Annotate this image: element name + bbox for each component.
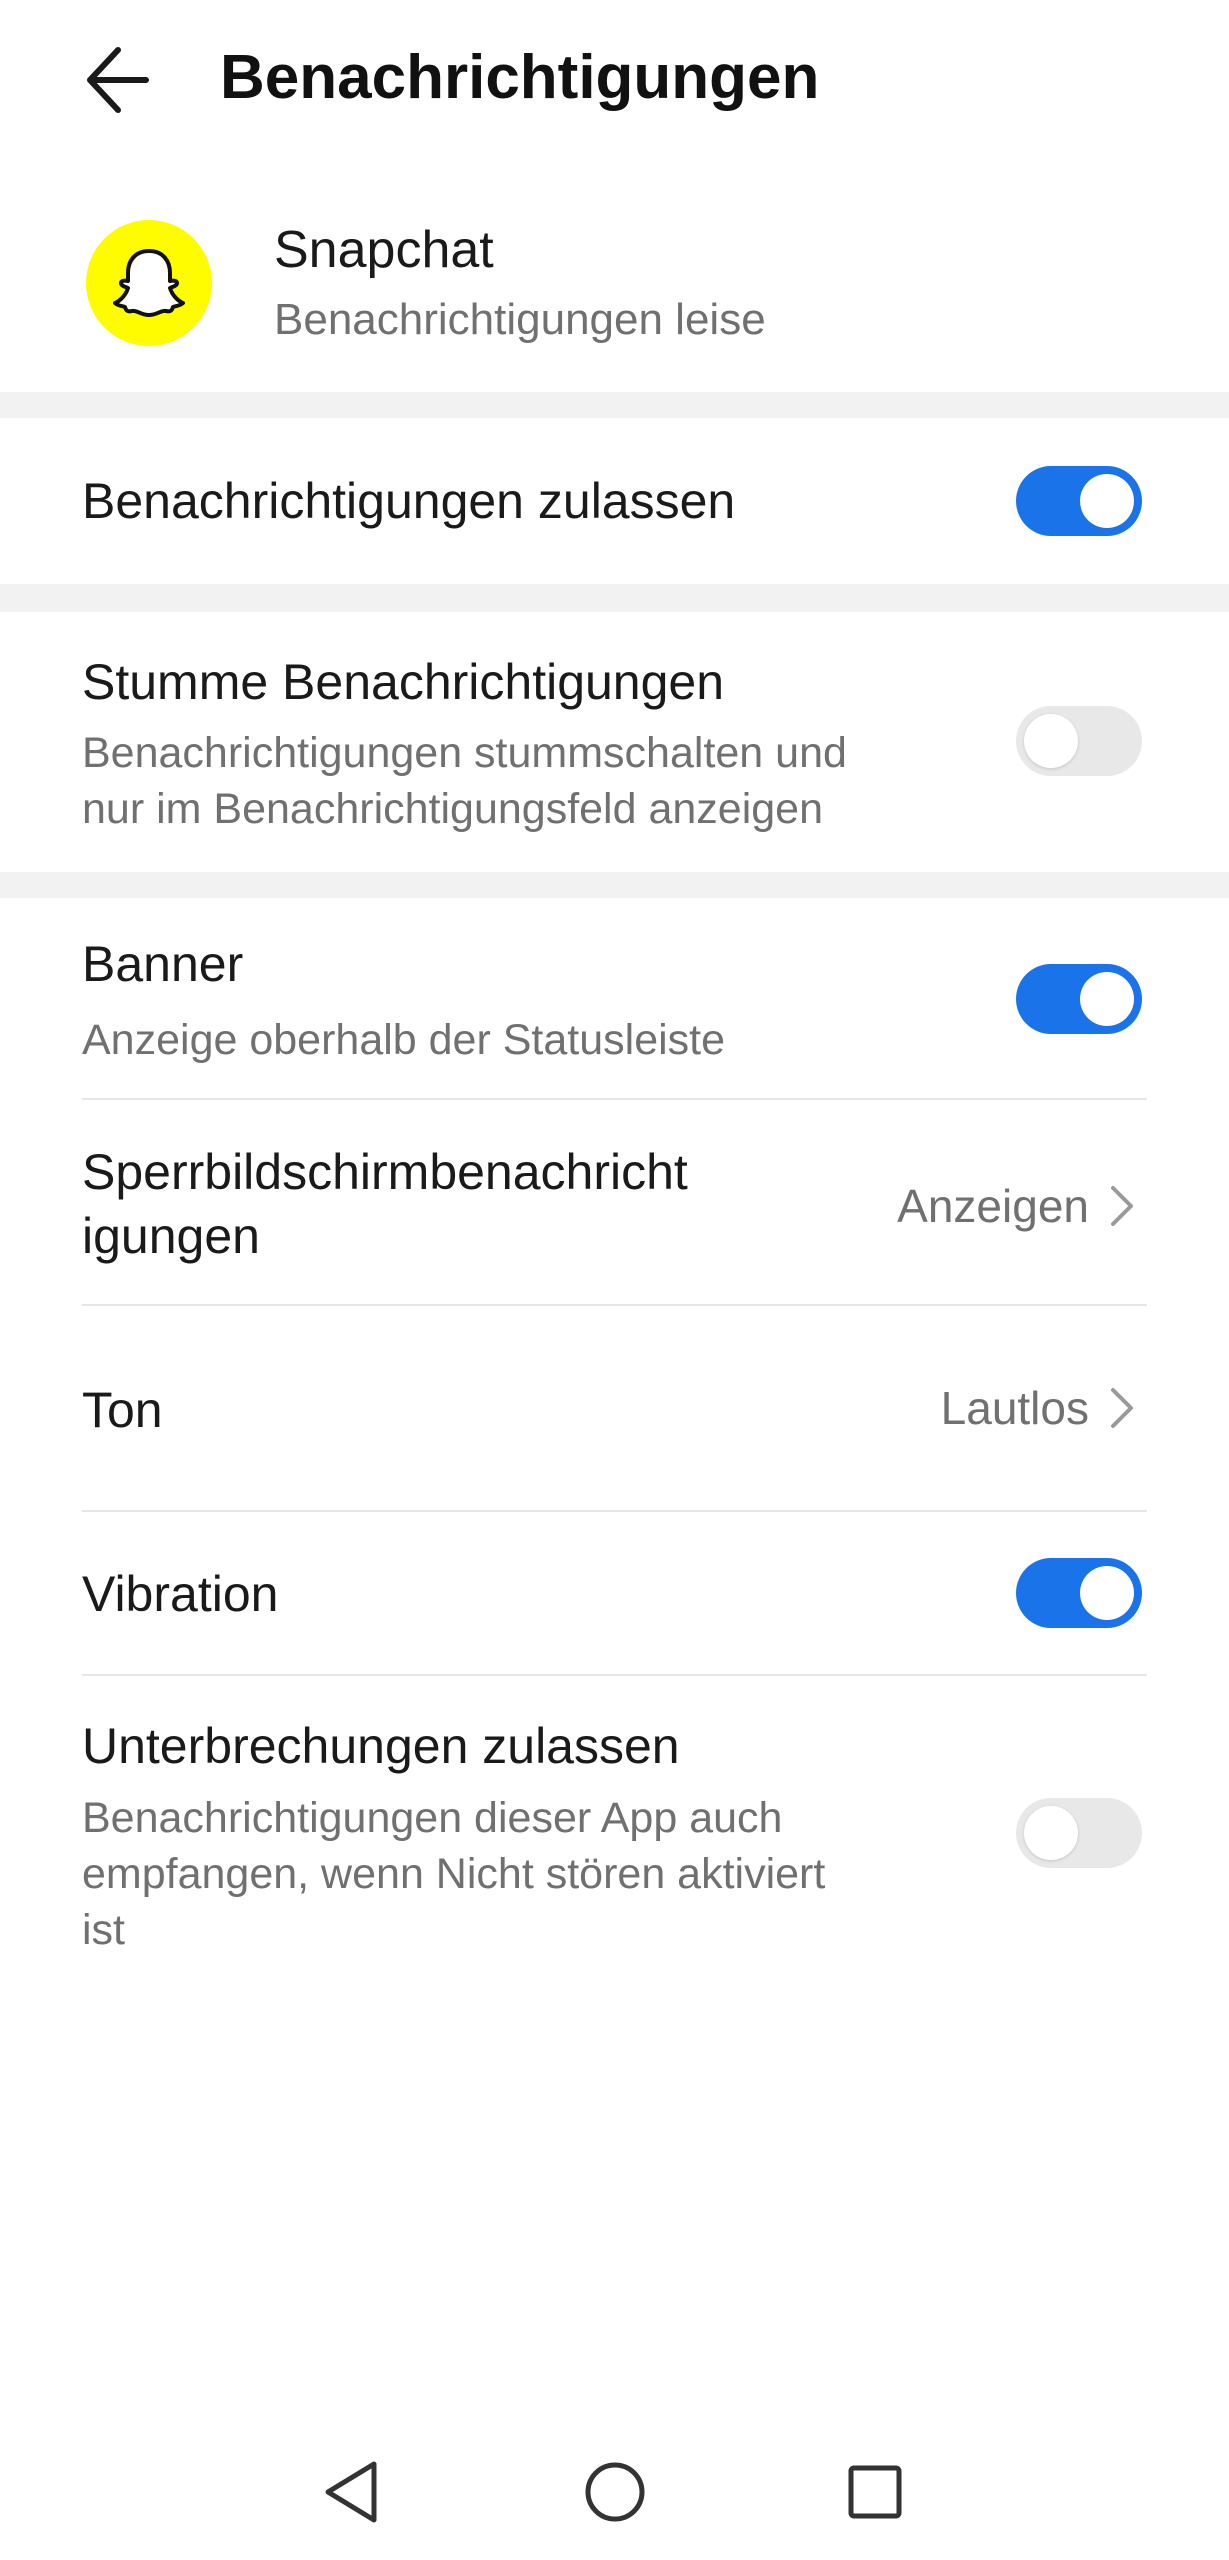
lockscreen-notifications-value: Anzeigen — [897, 1180, 1089, 1232]
silent-notifications-description: Benachrichtigungen stummschalten und nur… — [82, 729, 847, 833]
toggle-knob — [1024, 714, 1078, 768]
silent-notifications-label: Stumme Benachrichtigungen — [82, 654, 725, 710]
vibration-toggle[interactable] — [1016, 1558, 1142, 1628]
app-info: Snapchat Benachrichtigungen leise — [0, 190, 1229, 390]
circle-home-icon — [585, 2462, 645, 2522]
section-gap — [0, 584, 1229, 612]
app-notification-status: Benachrichtigungen leise — [274, 295, 766, 344]
vibration-row[interactable]: Vibration — [0, 1512, 1229, 1674]
vibration-label: Vibration — [82, 1566, 279, 1622]
triangle-back-icon — [325, 2461, 377, 2523]
banner-toggle[interactable] — [1016, 964, 1142, 1034]
silent-notifications-row[interactable]: Stumme Benachrichtigungen Benachrichtigu… — [0, 612, 1229, 872]
section-gap — [0, 392, 1229, 418]
top-app-bar: Benachrichtigungen — [0, 0, 1229, 160]
app-name: Snapchat — [274, 221, 494, 279]
allow-notifications-toggle[interactable] — [1016, 466, 1142, 536]
lockscreen-value-group: Anzeigen — [897, 1178, 1139, 1234]
banner-description: Anzeige oberhalb der Statusleiste — [82, 1016, 726, 1064]
snapchat-ghost-icon — [113, 249, 185, 317]
app-icon — [86, 220, 212, 346]
toggle-knob — [1024, 1806, 1078, 1860]
sound-row[interactable]: Ton Lautlos — [0, 1306, 1229, 1510]
banner-label: Banner — [82, 936, 244, 992]
chevron-right-icon — [1105, 1182, 1139, 1230]
allow-interruptions-toggle[interactable] — [1016, 1798, 1142, 1868]
sound-value: Lautlos — [940, 1382, 1089, 1434]
sound-value-group: Lautlos — [941, 1380, 1139, 1436]
nav-home-button[interactable] — [565, 2442, 665, 2542]
silent-notifications-toggle[interactable] — [1016, 706, 1142, 776]
section-gap — [0, 872, 1229, 898]
lockscreen-notifications-label: Sperrbildschirmbenachricht igungen — [82, 1144, 688, 1264]
toggle-knob — [1080, 1566, 1134, 1620]
notification-settings-screen: Benachrichtigungen Snapchat Benachrichti… — [0, 0, 1229, 2560]
toggle-knob — [1080, 972, 1134, 1026]
nav-recents-button[interactable] — [825, 2442, 925, 2542]
system-navigation-bar — [0, 2420, 1229, 2560]
chevron-right-icon — [1105, 1384, 1139, 1432]
back-button[interactable] — [70, 30, 180, 130]
sound-label: Ton — [82, 1382, 163, 1438]
toggle-knob — [1080, 474, 1134, 528]
lockscreen-notifications-row[interactable]: Sperrbildschirmbenachricht igungen Anzei… — [0, 1100, 1229, 1304]
arrow-left-icon — [87, 47, 149, 113]
square-recents-icon — [848, 2465, 902, 2519]
nav-back-button[interactable] — [304, 2442, 404, 2542]
allow-interruptions-description: Benachrichtigungen dieser App auch empfa… — [82, 1794, 826, 1954]
page-title: Benachrichtigungen — [220, 43, 820, 112]
allow-notifications-label: Benachrichtigungen zulassen — [82, 473, 736, 529]
allow-interruptions-row[interactable]: Unterbrechungen zulassen Benachrichtigun… — [0, 1676, 1229, 1976]
banner-row[interactable]: Banner Anzeige oberhalb der Statusleiste — [0, 898, 1229, 1098]
allow-notifications-row[interactable]: Benachrichtigungen zulassen — [0, 418, 1229, 584]
allow-interruptions-label: Unterbrechungen zulassen — [82, 1718, 680, 1774]
